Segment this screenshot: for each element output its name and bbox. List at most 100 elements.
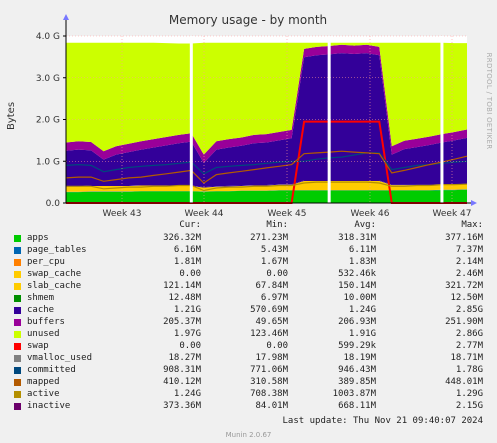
legend-min: 84.01M [255, 401, 288, 411]
legend-cur: 1.21G [173, 305, 201, 315]
legend-max: 18.71M [450, 353, 483, 363]
legend-avg: 599.29k [338, 341, 376, 351]
legend-cur: 373.36M [163, 401, 201, 411]
legend-max: 448.01M [445, 377, 483, 387]
legend-min: 570.69M [250, 305, 288, 315]
legend-row-active: active 1.24G 708.38M 1003.87M 1.29G [0, 388, 497, 400]
legend-cur: 0.00 [179, 341, 201, 351]
legend-cur: 1.24G [173, 389, 201, 399]
legend-max: 2.86G [455, 329, 483, 339]
legend-row-swap: swap 0.00 0.00 599.29k 2.77M [0, 340, 497, 352]
legend-avg: 6.11M [348, 245, 376, 255]
legend-row-unused: unused 1.97G 123.46M 1.91G 2.86G [0, 328, 497, 340]
legend-row-swap_cache: swap_cache 0.00 0.00 532.46k 2.46M [0, 268, 497, 280]
y-axis-label: Bytes [6, 102, 17, 130]
legend-min: 17.98M [255, 353, 288, 363]
x-tick-label: Week 45 [268, 209, 307, 218]
y-tick-label: 2.0 G [36, 116, 60, 126]
legend-name: cache [27, 305, 55, 315]
legend-min: 49.65M [255, 317, 288, 327]
legend-cur: 410.12M [163, 377, 201, 387]
legend-name: swap [27, 341, 49, 351]
legend-header: Cur: Min: Avg: Max: [0, 220, 497, 232]
legend-name: buffers [27, 317, 65, 327]
legend-name: page_tables [27, 245, 87, 255]
legend-row-apps: apps 326.32M 271.23M 318.31M 377.16M [0, 232, 497, 244]
legend-swatch [14, 295, 21, 302]
legend-row-cache: cache 1.21G 570.69M 1.24G 2.85G [0, 304, 497, 316]
legend-min: 0.00 [266, 269, 288, 279]
legend-avg: 318.31M [338, 233, 376, 243]
legend-max: 7.37M [455, 245, 483, 255]
legend-name: mapped [27, 377, 60, 387]
legend-min: 771.06M [250, 365, 288, 375]
legend-row-per_cpu: per_cpu 1.81M 1.67M 1.83M 2.14M [0, 256, 497, 268]
munin-version: Munin 2.0.67 [225, 431, 272, 439]
legend-max: 321.72M [445, 281, 483, 291]
legend-name: committed [27, 365, 76, 375]
legend-row-vmalloc_used: vmalloc_used 18.27M 17.98M 18.19M 18.71M [0, 352, 497, 364]
legend-avg: 532.46k [338, 269, 376, 279]
legend-min: 1.67M [260, 257, 288, 267]
legend-swatch [14, 403, 21, 410]
header-min: Min: [266, 220, 288, 230]
legend-min: 67.84M [255, 281, 288, 291]
legend-cur: 1.97G [173, 329, 201, 339]
legend-min: 6.97M [260, 293, 288, 303]
legend-avg: 1.91G [348, 329, 376, 339]
y-tick-label: 3.0 G [36, 74, 60, 84]
legend-swatch [14, 331, 21, 338]
legend-swatch [14, 319, 21, 326]
legend-avg: 10.00M [343, 293, 376, 303]
legend-swatch [14, 379, 21, 386]
x-tick-label: Week 47 [433, 209, 472, 218]
legend-max: 2.77M [455, 341, 483, 351]
legend-avg: 1.24G [348, 305, 376, 315]
legend-avg: 150.14M [338, 281, 376, 291]
legend-row-inactive: inactive 373.36M 84.01M 668.11M 2.15G [0, 400, 497, 412]
y-tick-label: 1.0 G [36, 157, 60, 167]
legend-avg: 18.19M [343, 353, 376, 363]
legend-avg: 206.93M [338, 317, 376, 327]
legend-max: 2.46M [455, 269, 483, 279]
legend-max: 1.29G [455, 389, 483, 399]
memory-chart: Memory usage - by month Bytes RRDTOOL / … [0, 0, 497, 218]
legend-swatch [14, 259, 21, 266]
legend-row-mapped: mapped 410.12M 310.58M 389.85M 448.01M [0, 376, 497, 388]
legend-max: 2.85G [455, 305, 483, 315]
legend-name: vmalloc_used [27, 353, 93, 363]
legend-min: 123.46M [250, 329, 288, 339]
legend-cur: 0.00 [179, 269, 201, 279]
legend-row-page_tables: page_tables 6.16M 5.43M 6.11M 7.37M [0, 244, 497, 256]
legend-name: swap_cache [27, 269, 82, 279]
legend-min: 0.00 [266, 341, 288, 351]
last-update: Last update: Thu Nov 21 09:40:07 2024 [282, 416, 483, 426]
header-max: Max: [461, 220, 483, 230]
legend-cur: 908.31M [163, 365, 201, 375]
legend-cur: 326.32M [163, 233, 201, 243]
legend-max: 2.14M [455, 257, 483, 267]
legend-name: unused [27, 329, 60, 339]
legend-max: 377.16M [445, 233, 483, 243]
y-tick-label: 0.0 [46, 199, 61, 209]
legend-swatch [14, 235, 21, 242]
legend-cur: 12.48M [168, 293, 201, 303]
legend-avg: 1003.87M [332, 389, 376, 399]
header-avg: Avg: [354, 220, 376, 230]
legend-name: inactive [27, 401, 71, 411]
data-gap [440, 36, 444, 203]
legend-max: 2.15G [455, 401, 483, 411]
legend-row-buffers: buffers 205.37M 49.65M 206.93M 251.90M [0, 316, 497, 328]
legend-swatch [14, 343, 21, 350]
legend-row-shmem: shmem 12.48M 6.97M 10.00M 12.50M [0, 292, 497, 304]
legend-min: 310.58M [250, 377, 288, 387]
legend-rows: apps 326.32M 271.23M 318.31M 377.16M page_tab… [0, 232, 497, 412]
legend-swatch [14, 367, 21, 374]
legend-name: apps [27, 233, 49, 243]
x-tick-label: Week 46 [351, 209, 390, 218]
legend-max: 12.50M [450, 293, 483, 303]
legend-row-slab_cache: slab_cache 121.14M 67.84M 150.14M 321.72M [0, 280, 497, 292]
header-cur: Cur: [179, 220, 201, 230]
legend-avg: 946.43M [338, 365, 376, 375]
legend-cur: 205.37M [163, 317, 201, 327]
